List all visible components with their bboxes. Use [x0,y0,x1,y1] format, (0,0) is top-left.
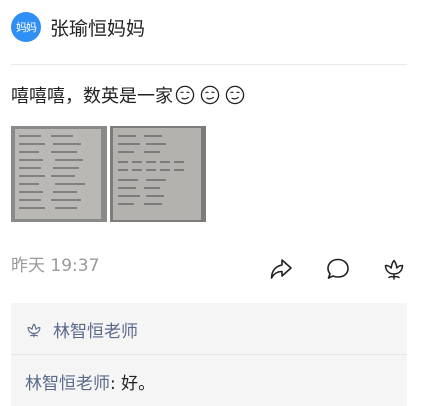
post-actions [0,256,440,284]
post-text-row: 嘻嘻嘻，数英是一家 [11,82,250,108]
header-divider [11,64,407,65]
comment-author[interactable]: 林智恒老师 [25,374,110,394]
comment-text: 好。 [121,374,156,394]
author-name[interactable]: 张瑜恒妈妈 [50,14,145,41]
flower-like-icon[interactable] [381,256,407,282]
emoji-row [175,85,250,105]
comment-icon[interactable] [325,256,351,282]
panel-divider [11,354,407,355]
post-text: 嘻嘻嘻，数英是一家 [11,86,173,107]
post-image-1[interactable] [11,126,107,222]
flower-like-icon [27,323,41,337]
avatar[interactable]: 妈妈 [11,12,41,42]
image-grid [11,126,206,222]
comment-panel: 林智恒老师 林智恒老师: 好。 [11,303,407,406]
smirk-emoji-icon [200,85,220,105]
smirk-emoji-icon [225,85,245,105]
post-image-2[interactable] [110,126,206,222]
post-header: 妈妈 张瑜恒妈妈 [11,12,145,42]
comment-item[interactable]: 林智恒老师: 好。 [25,369,155,394]
smirk-emoji-icon [175,85,195,105]
liker-name[interactable]: 林智恒老师 [53,317,138,342]
comment-separator: : [110,374,122,394]
share-icon[interactable] [268,256,294,282]
likes-row: 林智恒老师 [25,317,138,342]
